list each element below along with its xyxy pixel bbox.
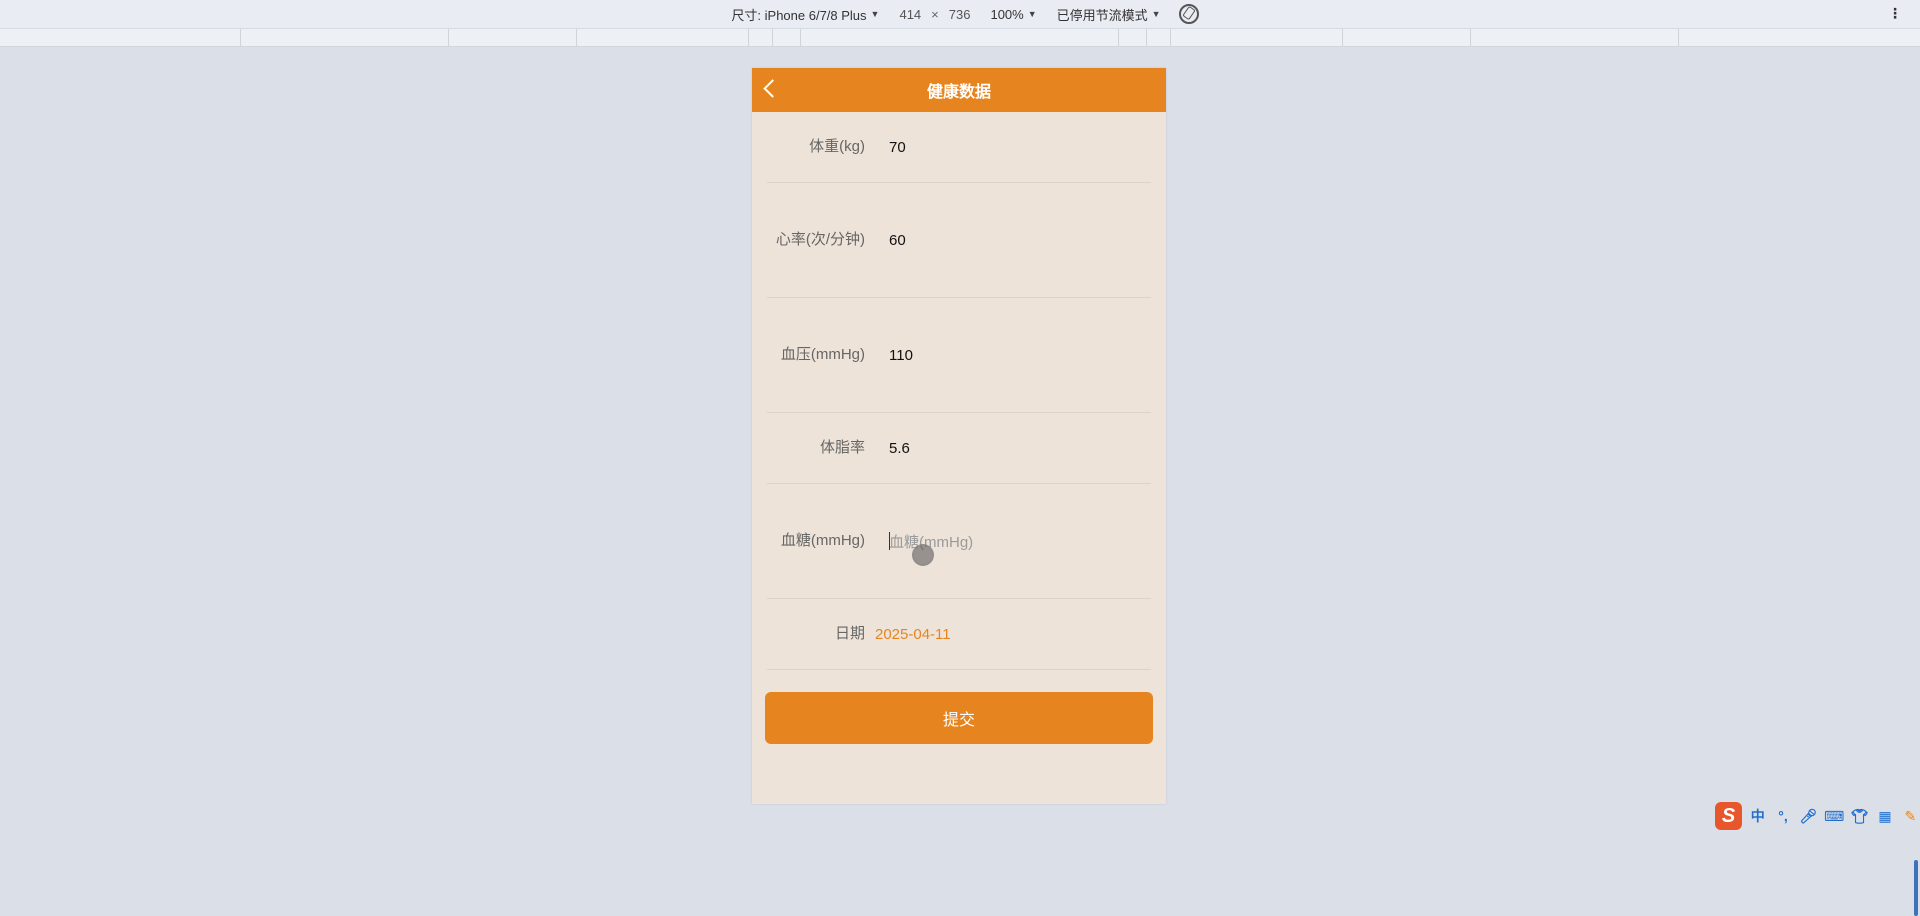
sogou-logo-icon[interactable]: S	[1715, 802, 1743, 830]
touch-cursor	[912, 544, 934, 566]
ime-toolbar: S 中 °, 🎤︎ ⌨ 👕︎ ▦ ✎	[1715, 802, 1920, 830]
form-row-weight: 体重(kg) 70	[767, 112, 1151, 183]
blood-sugar-label: 血糖(mmHg)	[780, 532, 865, 549]
form-row-date: 日期 2025-04-11	[767, 599, 1151, 670]
shirt-icon[interactable]: 👕︎	[1850, 808, 1869, 825]
more-options-icon[interactable]: ⋮	[1888, 5, 1902, 22]
page-title: 健康数据	[926, 84, 991, 101]
form-row-blood-pressure: 血压(mmHg) 110	[767, 298, 1151, 413]
body-fat-input[interactable]: 5.6	[889, 440, 1151, 457]
submit-button[interactable]: 提交	[765, 692, 1153, 744]
body-fat-label: 体脂率	[819, 439, 865, 456]
heart-rate-input[interactable]: 60	[889, 232, 1151, 249]
form-row-heart-rate: 心率(次/分钟) 60	[767, 183, 1151, 298]
rotate-icon[interactable]	[1178, 4, 1199, 24]
chevron-down-icon: ▼	[1151, 9, 1161, 19]
form-row-blood-sugar: 血糖(mmHg) 血糖(mmHg)	[767, 484, 1151, 599]
device-size-label: 尺寸: iPhone 6/7/8 Plus	[731, 7, 867, 23]
ime-punctuation[interactable]: °,	[1773, 808, 1792, 824]
back-arrow-icon[interactable]	[763, 79, 782, 98]
zoom-level: 100%	[990, 6, 1024, 22]
nav-bar: 健康数据	[752, 68, 1166, 112]
grid-icon[interactable]: ▦	[1875, 808, 1894, 825]
weight-input[interactable]: 70	[889, 139, 1151, 156]
throttle-select[interactable]: 已停用节流模式 ▼	[1057, 5, 1161, 24]
date-label: 日期	[834, 625, 865, 642]
keyboard-icon[interactable]: ⌨	[1824, 808, 1844, 825]
device-select[interactable]: 尺寸: iPhone 6/7/8 Plus ▼	[731, 5, 879, 24]
weight-label: 体重(kg)	[809, 138, 865, 155]
devtools-device-toolbar: 尺寸: iPhone 6/7/8 Plus ▼ 414 × 736 100% ▼…	[0, 0, 1920, 29]
zoom-select[interactable]: 100% ▼	[990, 7, 1036, 22]
date-picker[interactable]: 2025-04-11	[875, 626, 1151, 643]
chevron-down-icon: ▼	[1027, 9, 1037, 19]
media-query-ruler	[0, 29, 1920, 47]
blood-pressure-label: 血压(mmHg)	[780, 346, 865, 363]
throttle-label: 已停用节流模式	[1056, 7, 1148, 23]
viewport-height[interactable]: 736	[949, 7, 971, 22]
viewport-width[interactable]: 414	[899, 7, 921, 22]
text-caret	[889, 531, 890, 550]
mic-icon[interactable]: 🎤︎	[1799, 808, 1818, 825]
dimension-separator: ×	[931, 6, 939, 22]
form-row-body-fat: 体脂率 5.6	[767, 413, 1151, 484]
mobile-viewport: 健康数据 体重(kg) 70 心率(次/分钟) 60 血压(mmHg) 110 …	[752, 68, 1166, 804]
tools-icon[interactable]: ✎	[1901, 808, 1920, 825]
ime-chinese-mode[interactable]: 中	[1748, 806, 1767, 826]
health-form: 体重(kg) 70 心率(次/分钟) 60 血压(mmHg) 110 体脂率 5…	[752, 112, 1166, 670]
heart-rate-label: 心率(次/分钟)	[775, 231, 865, 248]
blood-pressure-input[interactable]: 110	[889, 347, 1151, 364]
scrollbar[interactable]	[1914, 860, 1918, 916]
chevron-down-icon: ▼	[870, 9, 880, 19]
